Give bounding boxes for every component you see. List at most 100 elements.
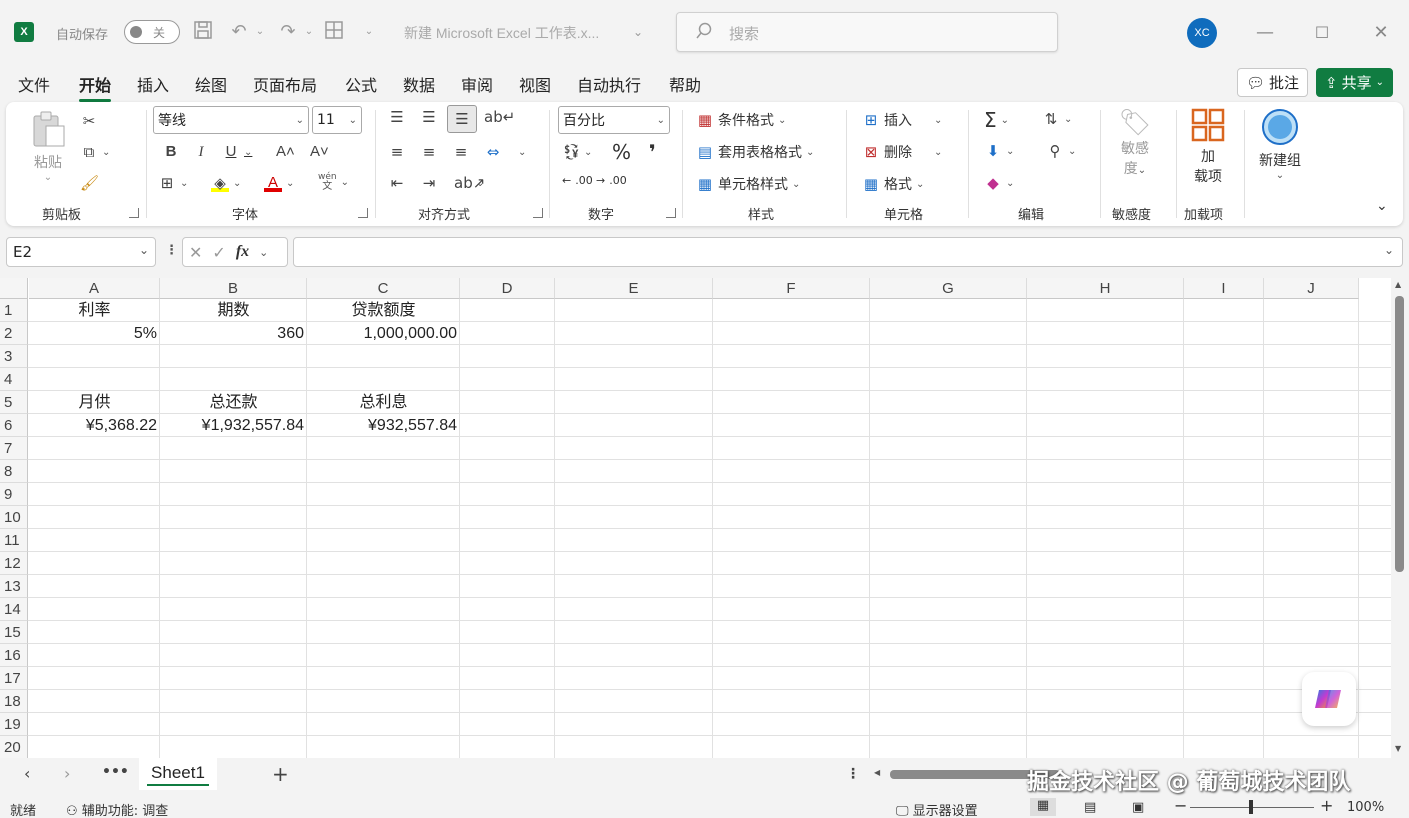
autosave-toggle[interactable]: 关 (124, 20, 180, 44)
align-top-button[interactable]: ☰ (388, 108, 406, 126)
row-header-6[interactable]: 6 (0, 414, 28, 437)
row-header-4[interactable]: 4 (0, 368, 28, 391)
wrap-text-button[interactable]: ab↵ (484, 108, 515, 126)
redo-dropdown-icon[interactable]: ⌄ (297, 20, 321, 44)
row-header-11[interactable]: 11 (0, 529, 28, 552)
cell-c6[interactable]: ¥932,557.84 (307, 414, 460, 437)
row-header-17[interactable]: 17 (0, 667, 28, 690)
row-header-20[interactable]: 20 (0, 736, 28, 758)
column-header-a[interactable]: A (29, 278, 160, 299)
zoom-out-button[interactable]: − (1174, 796, 1187, 815)
close-icon[interactable]: ✕ (1366, 18, 1396, 48)
row-header-1[interactable]: 1 (0, 299, 28, 322)
sheet-bar-options-icon[interactable]: ⋮ (846, 766, 860, 782)
column-header-i[interactable]: I (1184, 278, 1264, 299)
clipboard-launcher[interactable] (129, 208, 139, 218)
cell-a2[interactable]: 5% (29, 322, 160, 345)
accessibility-button[interactable]: ⚇ 辅助功能: 调查 (66, 800, 168, 818)
spreadsheet-grid[interactable]: A B C D E F G H I J 1 2 3 4 5 6 7 8 9 10 11 12 13 14 15 16 17 18 19 2… (0, 278, 1391, 758)
tab-data[interactable]: 数据 (403, 72, 435, 96)
cell-b1[interactable]: 期数 (160, 299, 307, 322)
cancel-entry-icon[interactable]: ✕ (189, 243, 202, 262)
save-icon[interactable] (191, 20, 215, 44)
insert-cells-button[interactable]: ⊞ 插入 ⌄ (862, 110, 943, 130)
row-header-5[interactable]: 5 (0, 391, 28, 414)
format-cells-button[interactable]: ▦ 格式 ⌄ (862, 174, 924, 194)
align-bottom-button[interactable]: ☰ (447, 105, 477, 133)
new-group-button[interactable]: 新建组 ⌄ (1252, 108, 1308, 181)
display-settings-button[interactable]: 🖵︎ 显示器设置 (896, 800, 978, 818)
tab-help[interactable]: 帮助 (669, 72, 701, 96)
comments-button[interactable]: 💬︎ 批注 (1237, 68, 1309, 97)
row-header-12[interactable]: 12 (0, 552, 28, 575)
row-header-13[interactable]: 13 (0, 575, 28, 598)
insert-function-icon[interactable]: fx (236, 243, 249, 261)
tab-view[interactable]: 视图 (519, 72, 551, 96)
chevron-down-icon[interactable]: ⌄ (259, 246, 268, 259)
cell-c1[interactable]: 贷款额度 (307, 299, 460, 322)
grow-font-button[interactable]: A˄ (276, 143, 295, 161)
row-header-2[interactable]: 2 (0, 322, 28, 345)
prev-sheet-icon[interactable]: ‹ (24, 764, 30, 783)
page-layout-view-button[interactable]: ▤ (1084, 800, 1096, 815)
cell-a1[interactable]: 利率 (29, 299, 160, 322)
alignment-launcher[interactable] (533, 208, 543, 218)
page-break-view-button[interactable]: ▣ (1132, 800, 1144, 815)
paste-button[interactable]: 粘贴 ⌄ (26, 110, 70, 183)
undo-dropdown-icon[interactable]: ⌄ (248, 20, 272, 44)
scroll-down-icon[interactable]: ▼ (1395, 744, 1401, 753)
decrease-decimal-button[interactable]: → .00 (596, 174, 627, 187)
find-select-button[interactable]: ⚲ ⌄ (1046, 142, 1077, 160)
confirm-entry-icon[interactable]: ✓ (212, 243, 225, 262)
tab-draw[interactable]: 绘图 (195, 72, 227, 96)
cell-b6[interactable]: ¥1,932,557.84 (160, 414, 307, 437)
minimize-icon[interactable]: — (1250, 18, 1280, 48)
row-header-14[interactable]: 14 (0, 598, 28, 621)
more-sheets-icon[interactable]: ••• (102, 764, 129, 780)
column-header-b[interactable]: B (160, 278, 307, 299)
cell-b2[interactable]: 360 (160, 322, 307, 345)
align-center-button[interactable]: ≡ (420, 143, 438, 161)
cell-styles-button[interactable]: ▦ 单元格样式 ⌄ (696, 174, 800, 194)
number-format-select[interactable]: 百分比 ⌄ (558, 106, 670, 134)
phonetic-button[interactable]: wén 文 ⌄ (318, 172, 349, 192)
tab-insert[interactable]: 插入 (137, 72, 169, 96)
row-header-16[interactable]: 16 (0, 644, 28, 667)
borders-button[interactable]: ⊞ ⌄ (158, 174, 189, 192)
share-button[interactable]: ⇪ 共享 ⌄ (1316, 68, 1393, 97)
copy-button[interactable]: ⧉ ⌄ (80, 143, 111, 161)
name-box[interactable]: E2 ⌄ (6, 237, 156, 267)
next-sheet-icon[interactable]: › (64, 764, 70, 783)
align-middle-button[interactable]: ☰ (420, 108, 438, 126)
underline-button[interactable]: U ⌄ (222, 143, 253, 161)
font-launcher[interactable] (358, 208, 368, 218)
search-input[interactable]: 搜索 (676, 12, 1058, 52)
maximize-icon[interactable]: ☐ (1307, 18, 1337, 48)
row-header-3[interactable]: 3 (0, 345, 28, 368)
cell-c5[interactable]: 总利息 (307, 391, 460, 414)
row-header-7[interactable]: 7 (0, 437, 28, 460)
row-header-8[interactable]: 8 (0, 460, 28, 483)
italic-button[interactable]: I (192, 143, 210, 161)
column-header-h[interactable]: H (1027, 278, 1184, 299)
row-header-10[interactable]: 10 (0, 506, 28, 529)
increase-decimal-button[interactable]: ← .00 (562, 174, 593, 187)
fill-button[interactable]: ⬇ ⌄ (984, 142, 1015, 160)
format-painter-button[interactable]: 🖌︎ (80, 174, 99, 192)
vertical-scroll-thumb[interactable] (1395, 296, 1404, 572)
formula-input[interactable]: ⌄ (293, 237, 1403, 267)
font-size-select[interactable]: 11 ⌄ (312, 106, 362, 134)
fill-color-button[interactable]: ◈ ⌄ (211, 174, 241, 192)
scroll-up-icon[interactable]: ▲ (1395, 280, 1401, 289)
column-header-g[interactable]: G (870, 278, 1027, 299)
row-header-9[interactable]: 9 (0, 483, 28, 506)
sort-filter-button[interactable]: ⇅ ⌄ (1042, 110, 1073, 128)
accounting-format-button[interactable]: 💱︎ ⌄ (562, 143, 592, 161)
align-left-button[interactable]: ≡ (388, 143, 406, 161)
autosum-button[interactable]: Σ ⌄ (984, 108, 1009, 132)
conditional-formatting-button[interactable]: ▦ 条件格式 ⌄ (696, 110, 786, 130)
scroll-left-icon[interactable]: ◀ (874, 768, 880, 777)
cell-a6[interactable]: ¥5,368.22 (29, 414, 160, 437)
user-avatar[interactable]: XC (1187, 18, 1217, 48)
percent-style-button[interactable]: % (612, 140, 631, 164)
